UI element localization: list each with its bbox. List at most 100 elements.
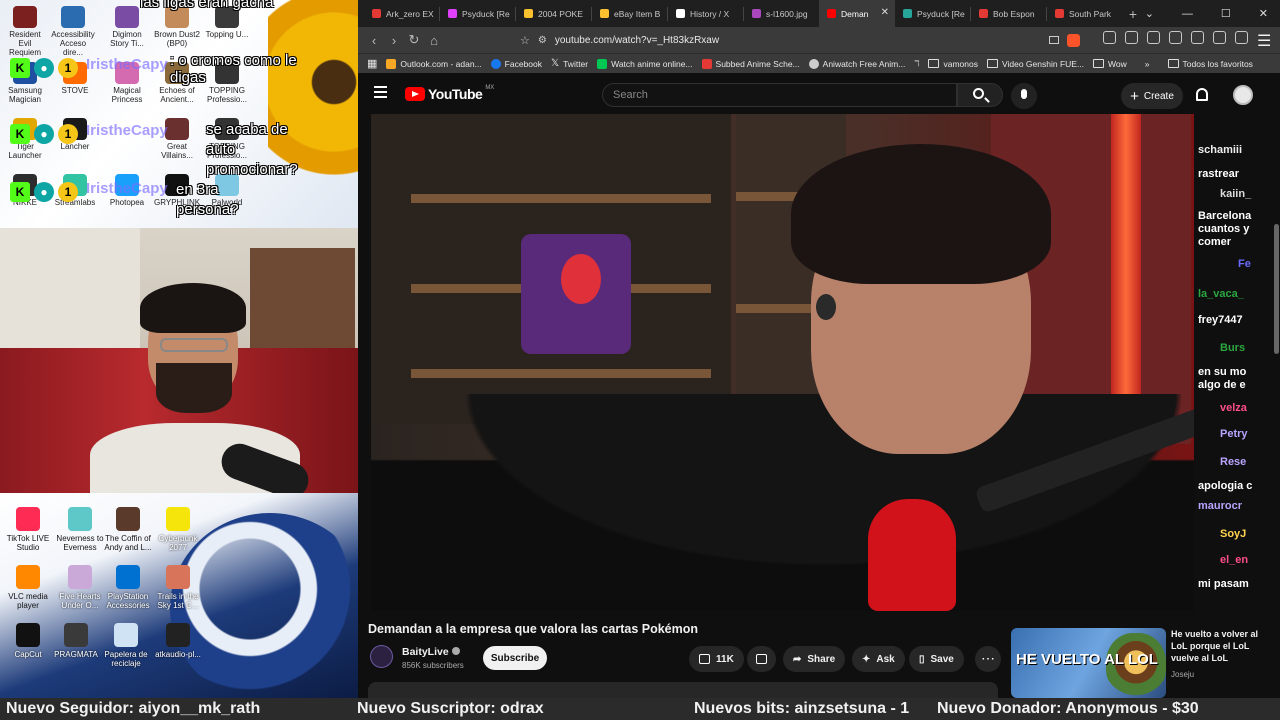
bookmark-facebook[interactable]: Facebook: [490, 58, 542, 69]
verified-icon: [451, 647, 460, 655]
browser-tab[interactable]: 2004 POKE: [516, 0, 591, 27]
extensions-area: ☰: [1103, 31, 1271, 50]
site-info-icon[interactable]: ⚙: [538, 35, 547, 46]
bookmark-star-icon[interactable]: ☆: [520, 34, 530, 47]
bookmark-folder-vamonos[interactable]: vamonos: [928, 59, 978, 69]
app-icon: [64, 623, 88, 647]
ticker-item: Nuevo Seguidor: aiyon__mk_rath: [6, 700, 261, 717]
coin-badge-icon: 1: [58, 124, 78, 144]
ask-button[interactable]: ✦ Ask: [852, 646, 905, 672]
playstation-icon: [116, 565, 140, 589]
description-box[interactable]: [368, 682, 998, 698]
thumbnail-text: HE VUELTO AL LOL: [1016, 651, 1158, 668]
bookmark-unknown[interactable]: ℸ: [914, 59, 919, 68]
all-bookmarks[interactable]: Todos los favoritos: [1167, 59, 1253, 69]
cast-icon[interactable]: [1049, 36, 1059, 44]
like-button[interactable]: 11K: [689, 646, 744, 672]
bookmark-folder-genshin[interactable]: Video Genshin FUE...: [986, 59, 1084, 69]
app-icon: [68, 565, 92, 589]
host-body: [371, 394, 1194, 611]
youtube-logo[interactable]: YouTube MX: [405, 85, 494, 102]
desktop-icon[interactable]: atkaudio-pl...: [150, 623, 206, 659]
search-input[interactable]: Search: [602, 83, 957, 107]
browser-tab[interactable]: Ark_zero EX: [364, 0, 439, 27]
browser-tab[interactable]: Psyduck [Re: [440, 0, 515, 27]
extension-icon[interactable]: [1125, 31, 1138, 44]
coin-badge-icon: 1: [58, 182, 78, 202]
browser-tab[interactable]: Bob Espon: [971, 0, 1046, 27]
browser-tab[interactable]: eBay Item B: [592, 0, 667, 27]
extension-icon[interactable]: [1169, 31, 1182, 44]
extension-icon[interactable]: [1213, 31, 1226, 44]
bookmark-watch-anime[interactable]: Watch anime online...: [597, 58, 693, 69]
host-hair: [791, 144, 1051, 284]
save-button[interactable]: ▯ Save: [909, 646, 964, 672]
extension-icon[interactable]: [1191, 31, 1204, 44]
home-button[interactable]: ⌂: [424, 33, 444, 48]
chat-scrollbar[interactable]: [1274, 224, 1279, 354]
account-avatar[interactable]: [1233, 85, 1253, 105]
browser-tab[interactable]: s-l1600.jpg: [744, 0, 819, 27]
cup-badge-icon: ●: [34, 182, 54, 202]
create-button[interactable]: + Create: [1121, 83, 1183, 109]
cup-badge-icon: ●: [34, 58, 54, 78]
desktop-icon[interactable]: Papelera de reciclaje: [98, 623, 154, 668]
vlc-icon: [16, 565, 40, 589]
desktop-icon[interactable]: PlayStation Accessories: [100, 565, 156, 610]
desktop-icon[interactable]: TikTok LIVE Studio: [0, 507, 56, 552]
browser-tab-active[interactable]: Deman ✕: [819, 0, 895, 27]
back-button[interactable]: ‹: [364, 33, 384, 48]
more-bookmarks-icon[interactable]: »: [1145, 59, 1150, 69]
recommended-channel: Joseju: [1171, 670, 1195, 679]
bookmark-folder-wow[interactable]: Wow: [1093, 59, 1127, 69]
more-actions-icon[interactable]: ⋯: [975, 646, 1001, 672]
forward-button[interactable]: ›: [384, 33, 404, 48]
desktop-icon[interactable]: VLC media player: [0, 565, 56, 610]
maximize-button[interactable]: ☐: [1221, 7, 1231, 20]
browser-tab[interactable]: History / X: [668, 0, 743, 27]
bookmark-subbed-anime[interactable]: Subbed Anime Sche...: [701, 58, 800, 69]
desktop-icon[interactable]: Trails in the Sky 1st C...: [150, 565, 206, 610]
bookmark-outlook[interactable]: Outlook.com - adan...: [386, 58, 482, 69]
desktop-icon[interactable]: The Coffin of Andy and L...: [100, 507, 156, 552]
tab-favicon-icon: [1055, 9, 1064, 18]
subscribe-button[interactable]: Subscribe: [483, 646, 547, 670]
desktop-icon[interactable]: Cyberpunk 2077: [150, 507, 206, 552]
vpn-icon[interactable]: [1235, 31, 1248, 44]
close-window-button[interactable]: ✕: [1259, 7, 1268, 20]
in-ear-monitor: [816, 294, 836, 320]
hamburger-menu-icon[interactable]: [374, 86, 387, 98]
minimize-button[interactable]: —: [1182, 8, 1193, 20]
apps-grid-icon[interactable]: ▦: [367, 57, 377, 70]
music-icon[interactable]: [1147, 31, 1160, 44]
overlay-chat-message: K ● 1 IristheCapy : o cromos como le dig…: [0, 52, 300, 104]
menu-icon[interactable]: ☰: [1257, 31, 1271, 50]
reload-button[interactable]: ↻: [404, 32, 424, 48]
search-button[interactable]: [957, 83, 1003, 107]
channel-name[interactable]: BaityLive: [402, 646, 460, 658]
browser-tab[interactable]: South Park: [1047, 0, 1122, 27]
brave-shield-icon[interactable]: [1067, 33, 1080, 47]
channel-avatar[interactable]: [370, 645, 393, 668]
notifications-bell-icon[interactable]: [1196, 88, 1208, 101]
dislike-button[interactable]: [747, 646, 776, 672]
tab-search-icon[interactable]: ⌄: [1145, 7, 1154, 20]
desktop-bottom: TikTok LIVE Studio Neverness to Everness…: [0, 493, 358, 698]
address-bar[interactable]: ☆ ⚙ youtube.com/watch?v=_Ht83kzRxaw: [520, 30, 1080, 50]
recommended-thumbnail[interactable]: HE VUELTO AL LOL: [1011, 628, 1166, 698]
video-player[interactable]: [371, 114, 1194, 611]
close-tab-icon[interactable]: ✕: [881, 7, 889, 18]
bookmark-icon: ▯: [919, 653, 925, 665]
folder-icon: [928, 59, 940, 68]
recommended-title[interactable]: He vuelto a volver al LoL porque el LoL …: [1171, 628, 1271, 664]
bookmark-twitter[interactable]: 𝕏 Twitter: [551, 58, 588, 69]
new-tab-button[interactable]: +: [1122, 6, 1144, 22]
voice-search-button[interactable]: [1011, 83, 1037, 109]
desktop-icon[interactable]: PRAGMATA: [48, 623, 104, 659]
ticker-item: Nuevos bits: ainzsetsuna - 1: [694, 700, 910, 717]
share-button[interactable]: ➦ Share: [783, 646, 846, 672]
bookmark-aniwatch[interactable]: Aniwatch Free Anim...: [808, 58, 905, 69]
browser-tab[interactable]: Psyduck [Re: [895, 0, 970, 27]
bookmark-icon: ℸ: [914, 59, 920, 68]
extension-icon[interactable]: [1103, 31, 1116, 44]
